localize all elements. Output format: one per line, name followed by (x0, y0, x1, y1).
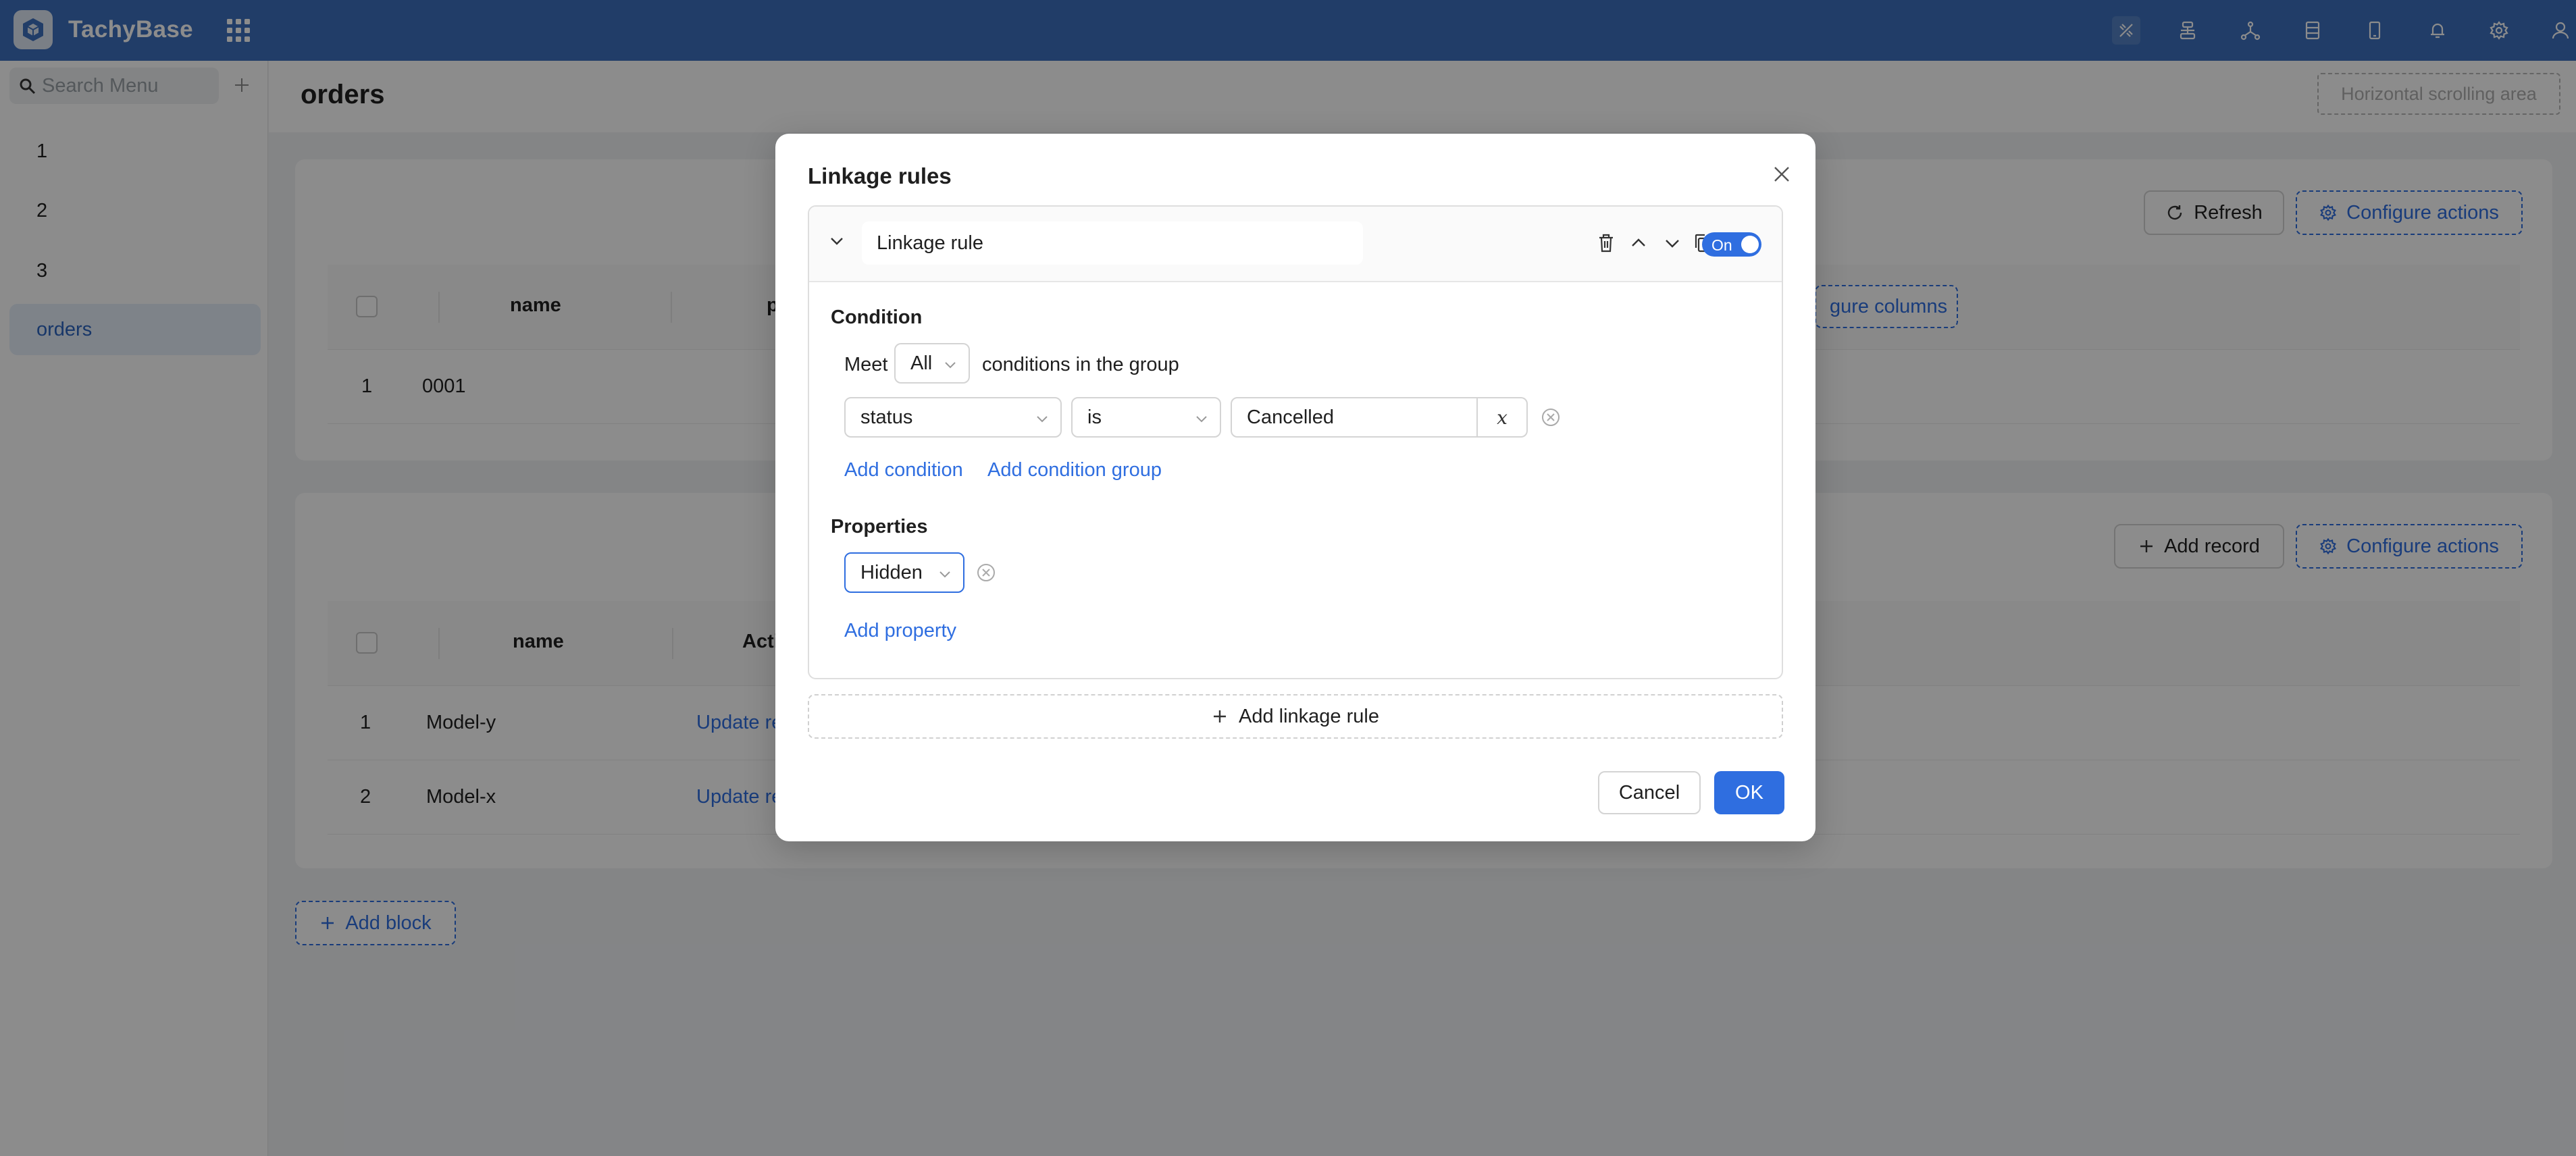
add-condition-group-link[interactable]: Add condition group (987, 459, 1162, 481)
toggle-label: On (1711, 236, 1732, 254)
close-icon[interactable] (1768, 161, 1795, 188)
remove-condition-icon[interactable] (1540, 406, 1562, 428)
ok-button[interactable]: OK (1714, 771, 1784, 814)
field-select-value: status (860, 406, 913, 428)
property-select-value: Hidden (860, 561, 923, 583)
meet-select[interactable]: All (894, 343, 970, 384)
meet-label: Meet (844, 354, 888, 375)
linkage-rules-modal: Linkage rules On Condition (775, 134, 1815, 841)
condition-field-select[interactable]: status (844, 397, 1062, 438)
delete-icon[interactable] (1593, 230, 1620, 257)
meet-select-value: All (910, 352, 933, 374)
add-property-link[interactable]: Add property (844, 620, 956, 642)
operator-select-value: is (1087, 406, 1102, 428)
linkage-rule-card: On Condition Meet All conditions in the … (808, 205, 1783, 679)
move-down-icon[interactable] (1659, 230, 1686, 257)
rule-name-input[interactable] (862, 221, 1363, 265)
add-condition-link[interactable]: Add condition (844, 459, 963, 481)
condition-value-input[interactable] (1231, 397, 1478, 438)
plus-icon (1214, 710, 1226, 722)
toggle-knob (1741, 236, 1759, 253)
chevron-down-icon (945, 362, 956, 369)
property-select[interactable]: Hidden (844, 552, 964, 593)
conditions-suffix: conditions in the group (982, 354, 1179, 375)
move-up-icon[interactable] (1625, 230, 1652, 257)
chevron-down-icon (1196, 416, 1207, 423)
add-linkage-rule-label: Add linkage rule (1239, 705, 1379, 727)
modal-title: Linkage rules (808, 163, 952, 188)
condition-operator-select[interactable]: is (1071, 397, 1221, 438)
variable-button[interactable]: x (1478, 397, 1528, 438)
cancel-button[interactable]: Cancel (1598, 771, 1701, 814)
chevron-down-icon (939, 571, 950, 578)
rule-enabled-toggle[interactable]: On (1702, 232, 1761, 257)
collapse-chevron-icon[interactable] (828, 232, 846, 250)
chevron-down-icon (1037, 416, 1048, 423)
condition-label: Condition (831, 307, 923, 328)
remove-property-icon[interactable] (975, 562, 997, 583)
rule-header: On (809, 207, 1782, 282)
properties-label: Properties (831, 516, 928, 537)
add-linkage-rule-button[interactable]: Add linkage rule (808, 694, 1783, 739)
